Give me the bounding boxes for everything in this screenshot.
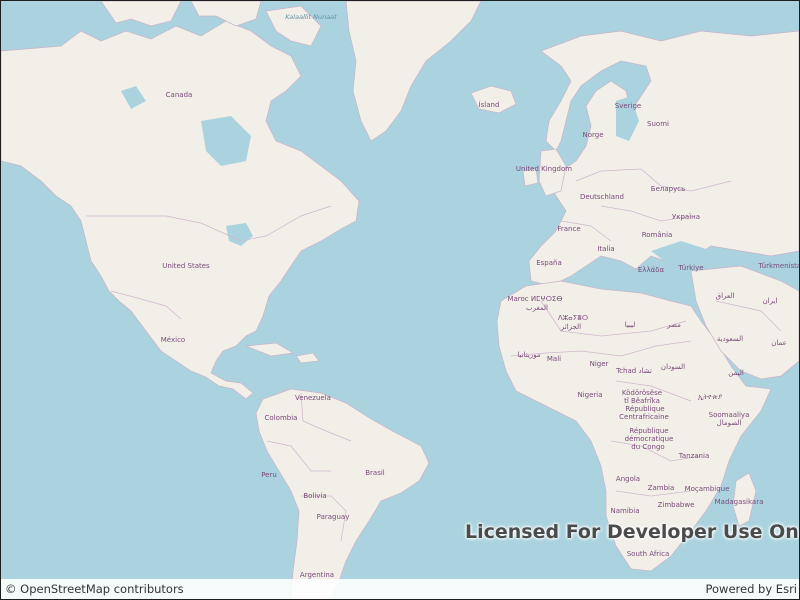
label-iraq: العراق <box>716 292 735 300</box>
label-egypt: مصر <box>666 321 681 329</box>
label-maroc: Maroc ⵍⵎⵖⵔⵉⴱ <box>507 295 562 303</box>
label-maroc-ar: المغرب <box>526 304 548 312</box>
label-espana: España <box>536 259 562 267</box>
label-norge: Norge <box>582 131 603 139</box>
label-turkiye: Türkiye <box>677 264 703 272</box>
label-libya: ليبيا <box>625 321 636 329</box>
label-oman: عمان <box>771 339 787 347</box>
label-namibia: Namibia <box>611 507 640 515</box>
label-algerie-ar: الجزائر <box>560 323 581 331</box>
label-car-1: Ködörösêse <box>622 389 662 397</box>
basemap[interactable]: Kalaallit Nunaat Canada United States Mé… <box>1 1 799 599</box>
label-car-4: Centrafricaine <box>619 413 669 421</box>
label-paraguay: Paraguay <box>317 513 350 521</box>
label-mocambique: Moçambique <box>685 485 730 493</box>
label-deutschland: Deutschland <box>580 193 624 201</box>
label-belarus: Беларусь <box>651 185 685 193</box>
attribution-powered-by[interactable]: Powered by Esri <box>706 582 798 596</box>
label-tchad: Tchad تشاد <box>615 367 652 375</box>
label-argentina: Argentina <box>300 571 334 579</box>
label-colombia: Colombia <box>265 414 298 422</box>
label-bolivia: Bolivia <box>303 492 326 500</box>
label-car-2: tî Bêafrîka <box>624 397 660 405</box>
label-angola: Angola <box>616 475 640 483</box>
label-sudan: السودان <box>661 363 685 371</box>
label-island: Ísland <box>479 100 500 109</box>
label-ukraina: Україна <box>672 213 700 221</box>
label-mexico: México <box>161 336 185 344</box>
label-nigeria: Nigeria <box>577 391 602 399</box>
label-drc-1: République <box>629 427 668 435</box>
license-watermark: Licensed For Developer Use Only <box>465 521 800 543</box>
label-france: France <box>557 225 580 233</box>
label-zambia: Zambia <box>648 484 675 492</box>
label-romania: România <box>642 231 673 239</box>
label-greenland-area: Kalaallit Nunaat <box>285 13 337 21</box>
label-iran: ایران <box>763 297 778 305</box>
label-niger: Niger <box>590 360 609 368</box>
label-south-africa: South Africa <box>627 550 670 558</box>
label-drc-2: démocratique <box>625 435 674 443</box>
label-suomi: Suomi <box>647 120 669 128</box>
label-united-kingdom: United Kingdom <box>516 165 572 173</box>
label-canada: Canada <box>166 91 193 99</box>
label-somalia-1: Soomaaliya <box>709 411 750 419</box>
label-algerie: ⴷⵣⴰⵢⴻⵔ <box>558 314 588 322</box>
map-view[interactable]: Kalaallit Nunaat Canada United States Mé… <box>0 0 800 600</box>
label-ellada: Ελλάδα <box>638 266 665 274</box>
label-venezuela: Venezuela <box>295 394 331 402</box>
label-sverige: Sverige <box>615 102 641 110</box>
label-madagasikara: Madagasikara <box>715 498 764 506</box>
label-car-3: République <box>625 405 664 413</box>
label-turkmenistan: Türkmenistan <box>757 262 799 270</box>
label-brasil: Brasil <box>365 469 385 477</box>
label-yemen: اليمن <box>728 369 744 377</box>
label-united-states: United States <box>162 262 210 270</box>
label-drc-3: du Congo <box>631 443 664 451</box>
label-zimbabwe: Zimbabwe <box>658 501 695 509</box>
label-saudi: السعودية <box>717 335 743 343</box>
label-mauritanie: موريتانيا <box>517 351 540 359</box>
label-somalia-2: الصومال <box>717 419 742 427</box>
label-italia: Italia <box>597 245 614 253</box>
attribution-osm[interactable]: © OpenStreetMap contributors <box>5 582 184 596</box>
label-peru: Peru <box>261 471 277 479</box>
attribution-bar: © OpenStreetMap contributors Powered by … <box>1 579 799 599</box>
label-ethiopia: ኢትዮጵያ <box>698 393 722 401</box>
label-mali: Mali <box>547 355 561 363</box>
label-tanzania: Tanzania <box>678 452 709 460</box>
